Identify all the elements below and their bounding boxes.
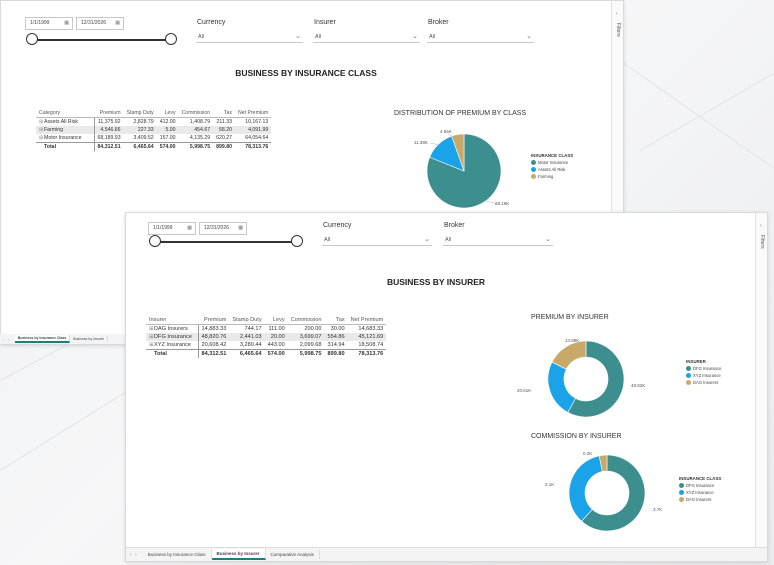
end-date-input[interactable]: 12/31/2026 ▦ [199,222,247,235]
currency-filter-label: Currency [323,222,352,229]
table-header-row: Insurer Premium Stamp Duty Levy Commissi… [146,316,387,325]
end-date-input[interactable]: 12/31/2026 ▦ [76,17,124,30]
donut-slices [547,340,625,418]
filters-pane-toggle[interactable]: ‹ Filters [755,213,767,549]
tab-business-by-insurance-class[interactable]: Business by Insurance Class [14,335,71,343]
insurer-legend: INSURER DFG Insurance XYZ Insurance DAG … [686,359,722,385]
table-row[interactable]: ⊞DFG Insurance 48,820.76 2,441.03 20.00 3,6… [146,333,387,341]
tab-nav-arrows: ‹ › [130,551,138,558]
chevron-down-icon: ⌄ [412,33,418,40]
chevron-left-icon: ‹ [760,223,762,229]
table-row[interactable]: ⊞DAG Insurers 14,883.33 744.17 111.00 200.0… [146,324,386,333]
report-window-insurer: 1/1/1999 ▦ 12/31/2026 ▦ Currency All ⌄ Brok… [125,212,768,562]
data-label: 3.7K [653,507,662,512]
legend-item: DAG Insurers [686,380,721,385]
data-label: 2.1K [545,482,554,487]
table-row[interactable]: ⊞XYZ Insurance 20,608.42 3,280.44 443.00 2,… [146,341,386,350]
insurance-class-table: Category Premium Stamp Duty Levy Commiss… [36,109,272,151]
currency-dropdown[interactable]: All ⌄ [322,234,432,246]
chevron-down-icon: ⌄ [424,236,430,243]
page-title: BUSINESS BY INSURER [386,277,486,287]
calendar-icon[interactable]: ▦ [115,18,120,29]
legend-item: Farming [531,174,573,179]
table-row[interactable]: ⊞Motor Insurance 68,189.93 3,409.52 157.00… [36,134,271,143]
page-title: BUSINESS BY INSURANCE CLASS [235,68,377,78]
distribution-chart-title: DISTRIBUTION OF PREMIUM BY CLASS [394,110,527,117]
tab-comparative-analysis[interactable]: Comparative Analysis [266,550,320,559]
data-label: 68.19K [495,201,509,206]
slider-handle-start[interactable] [149,235,161,247]
slider-handle-end[interactable] [165,33,177,45]
table-total-row: Total 84,312.51 6,465.64 574.00 5,998.75 899… [146,349,387,358]
tab-business-by-insurance-class[interactable]: Business by Insurance Class [143,550,212,559]
legend-item: Motor Insurance [531,160,573,165]
slice-1[interactable] [568,455,603,522]
pie-slices [426,133,502,209]
broker-dropdown[interactable]: All ⌄ [427,31,534,43]
insurer-dropdown[interactable]: All ⌄ [313,31,420,43]
table-total-row: Total 84,312.51 6,465.64 574.00 5,998.75 899… [36,142,272,151]
calendar-icon[interactable]: ▦ [187,223,192,234]
date-range-slider[interactable] [156,241,298,243]
commission-chart-title: COMMISSION BY INSURER [531,433,622,440]
distribution-pie-chart[interactable]: 4.55K 11.38K 68.19K [406,123,516,213]
table-header-row: Category Premium Stamp Duty Levy Commiss… [36,109,272,118]
insurer-table: Insurer Premium Stamp Duty Levy Commissi… [146,316,387,358]
class-legend: INSURANCE CLASS Motor Insurance Assets A… [531,153,574,179]
legend-item: DFG Insurance [686,366,721,371]
chevron-down-icon: ⌄ [295,33,301,40]
slider-handle-end[interactable] [291,235,303,247]
legend-item: DFG Insurance [679,483,721,488]
legend-item: Assets All Risk [531,167,573,172]
broker-filter-label: Broker [428,19,449,26]
calendar-icon[interactable]: ▦ [64,18,69,29]
start-date-input[interactable]: 1/1/1999 ▦ [25,17,73,30]
chevron-left-icon: ‹ [616,11,618,17]
page-tabs-bar-2: ‹ › Business by Insurance Class Business… [126,547,767,561]
table-row[interactable]: ⊞Farming 4,546.66 227.33 5.00 454.67 68.20 4,… [36,126,272,134]
tab-business-by-insurer[interactable]: Business by Insurer [211,549,266,560]
legend-item: DAG Insurers [679,497,721,502]
currency-dropdown[interactable]: All ⌄ [196,31,303,43]
date-range-slider[interactable] [33,39,173,41]
data-label: 48.82K [631,383,645,388]
legend-item: XYZ Insurance [686,373,721,378]
slider-handle-start[interactable] [26,33,38,45]
insurer-filter-label: Insurer [314,19,336,26]
tab-business-by-insurer[interactable]: Business by Insurer [70,336,108,342]
data-label: 20.61K [517,388,531,393]
premium-chart-title: PREMIUM BY INSURER [531,314,609,321]
data-label: 0.2K [583,451,592,456]
commission-donut-chart[interactable]: 0.2K 2.1K 3.7K [511,447,671,537]
broker-dropdown[interactable]: All ⌄ [443,234,553,246]
premium-donut-chart[interactable]: 14.88K 20.61K 48.82K [511,331,651,421]
start-date-input[interactable]: 1/1/1999 ▦ [148,222,196,235]
page-tabs-bar-1: ‹ › Business by Insurance Class Business… [0,334,125,344]
chevron-down-icon: ⌄ [545,236,551,243]
currency-filter-label: Currency [197,19,226,26]
slice-1[interactable] [547,361,576,413]
data-label: 4.55K [440,129,452,134]
calendar-icon[interactable]: ▦ [238,223,243,234]
data-label: 14.88K [565,338,579,343]
chevron-down-icon: ⌄ [526,33,532,40]
insurance-class-legend: INSURANCE CLASS DFG Insurance XYZ Insura… [679,476,722,502]
data-label: 11.38K [414,140,428,145]
tab-nav-arrows: ‹ › [3,336,10,342]
legend-item: XYZ Insurance [679,490,721,495]
table-row[interactable]: ⊞Assets All Risk 11,375.92 2,828.79 412.00… [36,117,271,126]
broker-filter-label: Broker [444,222,465,229]
donut-slices [568,454,646,532]
